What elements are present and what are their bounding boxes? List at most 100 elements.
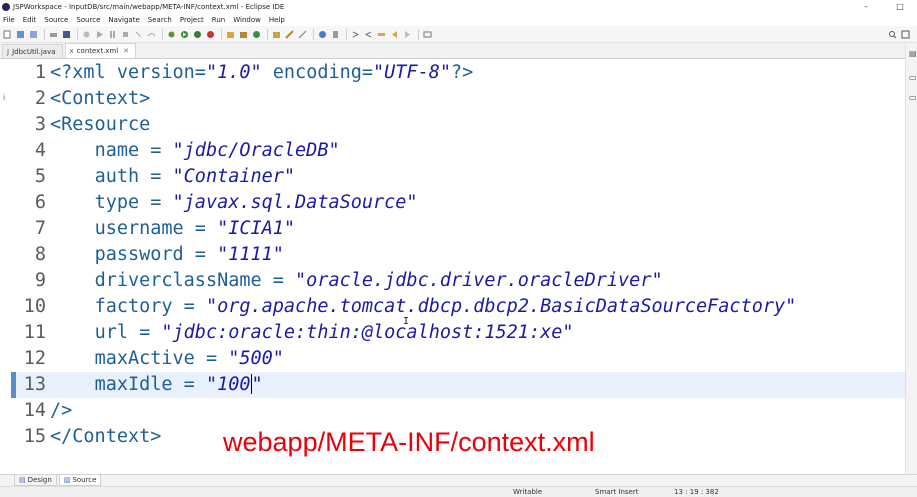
- status-writable: Writable: [513, 488, 543, 496]
- toolbar-separator: [267, 28, 268, 40]
- next-annotation-icon[interactable]: [350, 29, 361, 40]
- previous-annotation-icon[interactable]: [363, 29, 374, 40]
- code-token: maxIdle =: [94, 374, 206, 395]
- minimize-view-icon[interactable]: ▭: [909, 73, 917, 82]
- tab-label: context.xml: [76, 47, 119, 55]
- line-number: 2: [34, 88, 46, 109]
- pen-icon[interactable]: [284, 29, 295, 40]
- menu-file[interactable]: File: [3, 16, 15, 24]
- code-string: "javax.sql.DataSource": [172, 192, 418, 213]
- code-string: "100: [205, 374, 251, 395]
- status-cursor-position: 13 : 19 : 382: [674, 488, 719, 496]
- code-line[interactable]: 6 type = "javax.sql.DataSource": [12, 190, 905, 216]
- external-tools-icon[interactable]: [205, 29, 216, 40]
- perspective-icon[interactable]: [900, 29, 911, 40]
- task-icon[interactable]: [330, 29, 341, 40]
- line-number: 11: [23, 322, 46, 343]
- code-line[interactable]: 5 auth = "Container": [12, 164, 905, 190]
- new-package-icon[interactable]: [238, 29, 249, 40]
- close-icon[interactable]: ✕: [123, 47, 129, 55]
- new-class-icon[interactable]: [251, 29, 262, 40]
- tab-jdbcutil-java[interactable]: J JdbcUtil.java: [2, 44, 63, 58]
- main-toolbar: [0, 26, 917, 43]
- menu-search[interactable]: Search: [148, 16, 172, 24]
- code-line[interactable]: 3 <Resource: [12, 112, 905, 138]
- code-line[interactable]: 13 maxIdle = "100": [11, 372, 905, 398]
- code-line[interactable]: 7 username = "ICIA1": [12, 216, 905, 242]
- search-toolbar-icon[interactable]: [297, 29, 308, 40]
- code-line[interactable]: 9 driverclassName = "oracle.jdbc.driver.…: [12, 268, 905, 294]
- forward-icon[interactable]: [402, 29, 413, 40]
- back-icon[interactable]: [389, 29, 400, 40]
- globe-icon[interactable]: [317, 29, 328, 40]
- code-line[interactable]: 4 name = "jdbc/OracleDB": [12, 138, 905, 164]
- new-icon[interactable]: [2, 29, 13, 40]
- code-line[interactable]: 12 maxActive = "500": [12, 346, 905, 372]
- terminal-icon[interactable]: [61, 29, 72, 40]
- code-line[interactable]: 1 <?xml version="1.0" encoding="UTF-8"?>: [12, 60, 905, 86]
- status-insert-mode: Smart Insert: [595, 488, 639, 496]
- menu-edit[interactable]: Edit: [23, 16, 37, 24]
- new-java-project-icon[interactable]: [225, 29, 236, 40]
- code-line[interactable]: 10 factory = "org.apache.tomcat.dbcp.dbc…: [12, 294, 905, 320]
- open-type-icon[interactable]: [271, 29, 282, 40]
- code-string: "org.apache.tomcat.dbcp.dbcp2.BasicDataS…: [205, 296, 797, 317]
- maximize-button[interactable]: □: [883, 0, 917, 13]
- code-string: "oracle.jdbc.driver.oracleDriver": [295, 270, 663, 291]
- menu-window[interactable]: Window: [233, 16, 261, 24]
- coverage-icon[interactable]: [192, 29, 203, 40]
- outline-icon[interactable]: ▤: [909, 49, 917, 58]
- view-icon[interactable]: ▭: [909, 93, 917, 102]
- code-line[interactable]: 11 url = "jdbc:oracle:thin:@localhost:15…: [12, 320, 905, 346]
- stop-icon[interactable]: [120, 29, 131, 40]
- tab-design[interactable]: ▤ Design: [14, 475, 57, 486]
- menu-navigate[interactable]: Navigate: [108, 16, 139, 24]
- code-string: "500": [228, 348, 284, 369]
- code-line[interactable]: 2 <Context>: [12, 86, 905, 112]
- resume-icon[interactable]: [94, 29, 105, 40]
- run-icon[interactable]: [179, 29, 190, 40]
- debug-icon[interactable]: [166, 29, 177, 40]
- menu-source-2[interactable]: Source: [76, 16, 100, 24]
- print-icon[interactable]: [48, 29, 59, 40]
- code-string: "jdbc:oracle:thin:@localhost:1521:xe": [161, 322, 574, 343]
- code-line[interactable]: 8 password = "1111": [12, 242, 905, 268]
- line-number: 6: [34, 192, 46, 213]
- line-number: 3: [34, 114, 46, 135]
- menu-project[interactable]: Project: [180, 16, 204, 24]
- code-token: <?xml version=: [50, 62, 206, 83]
- line-number: 8: [34, 244, 46, 265]
- code-token: type =: [94, 192, 173, 213]
- code-editor[interactable]: 1 <?xml version="1.0" encoding="UTF-8"?> 2…: [11, 60, 905, 468]
- tab-context-xml[interactable]: x context.xml ✕: [64, 43, 137, 58]
- suspend-icon[interactable]: [107, 29, 118, 40]
- menu-help[interactable]: Help: [269, 16, 285, 24]
- pin-editor-icon[interactable]: [422, 29, 433, 40]
- code-string: "1111": [217, 244, 284, 265]
- code-token: factory =: [94, 296, 206, 317]
- save-icon[interactable]: [15, 29, 26, 40]
- line-number: 9: [34, 270, 46, 291]
- minimize-button[interactable]: –: [849, 0, 883, 13]
- code-token: username =: [94, 218, 218, 239]
- step-into-icon[interactable]: [133, 29, 144, 40]
- line-number: 13: [23, 374, 46, 395]
- step-over-icon[interactable]: [146, 29, 157, 40]
- mouse-ibeam-cursor: I: [403, 316, 410, 327]
- toolbar-separator: [418, 28, 419, 40]
- code-line[interactable]: 14/>: [12, 398, 905, 424]
- tab-label: JdbcUtil.java: [12, 47, 56, 56]
- search-icon[interactable]: [887, 29, 898, 40]
- last-edit-icon[interactable]: [376, 29, 387, 40]
- line-number: 10: [23, 296, 46, 317]
- menu-source[interactable]: Source: [44, 16, 68, 24]
- save-all-icon[interactable]: [28, 29, 39, 40]
- line-number: 4: [34, 140, 46, 161]
- code-token: <Resource: [50, 114, 151, 135]
- menu-run[interactable]: Run: [212, 16, 225, 24]
- skip-breakpoints-icon[interactable]: [81, 29, 92, 40]
- tab-source[interactable]: ▧ Source: [58, 475, 102, 486]
